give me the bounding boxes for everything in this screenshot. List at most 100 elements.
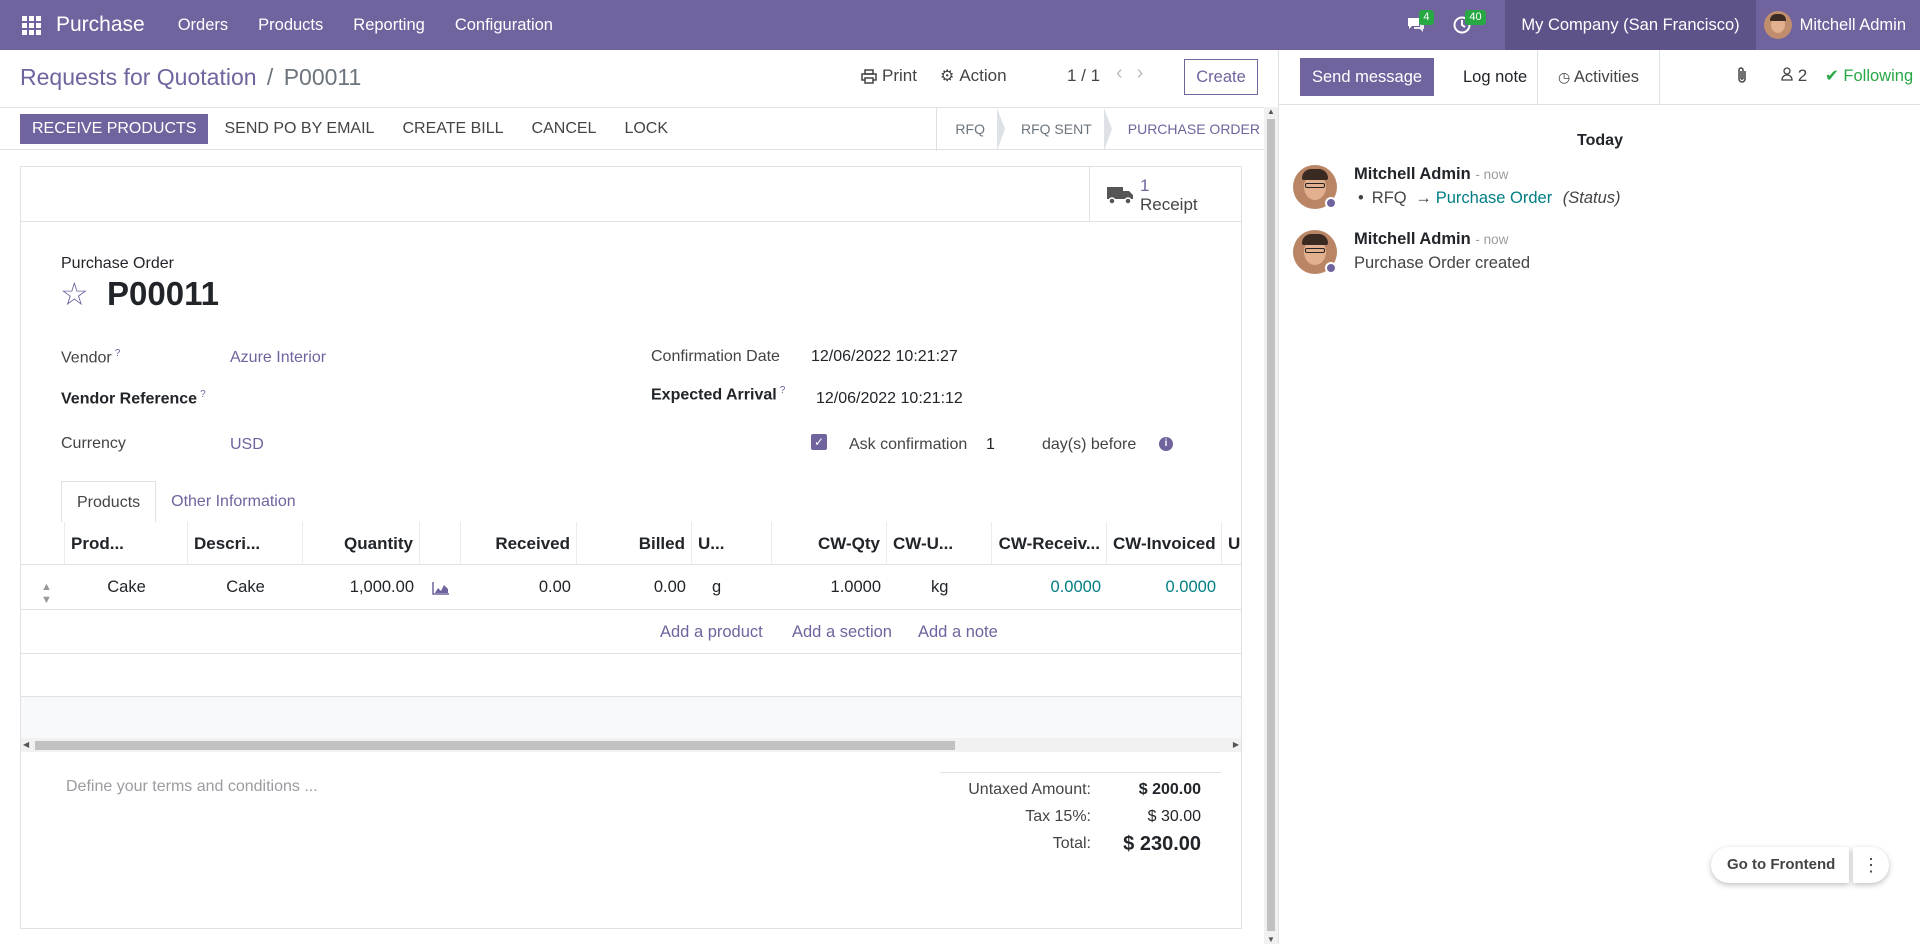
action-button[interactable]: ⚙ Action (940, 66, 1007, 86)
cell-received[interactable]: 0.00 (461, 565, 577, 610)
cell-cw-invoiced[interactable]: 0.0000 (1107, 565, 1222, 610)
horizontal-scrollbar[interactable]: ◀ ▶ (21, 738, 1241, 752)
pager-previous-icon[interactable]: ‹ (1116, 62, 1137, 84)
stage-rfq[interactable]: RFQ (937, 108, 1005, 151)
create-bill-button[interactable]: CREATE BILL (388, 114, 517, 144)
scroll-right-icon[interactable]: ▶ (1233, 740, 1239, 749)
company-switcher[interactable]: My Company (San Francisco) (1505, 0, 1756, 50)
add-section-link[interactable]: Add a section (792, 610, 892, 654)
receive-products-button[interactable]: RECEIVE PRODUCTS (20, 114, 209, 144)
following-label: Following (1843, 67, 1914, 85)
smart-button-box: 1 Receipt (21, 167, 1241, 222)
vertical-scrollbar[interactable]: ▲ ▼ (1264, 107, 1278, 944)
vendor-reference-field[interactable] (230, 389, 610, 409)
user-menu[interactable]: Mitchell Admin (1756, 0, 1920, 50)
column-quantity[interactable]: Quantity (303, 522, 420, 565)
add-note-link[interactable]: Add a note (918, 610, 998, 654)
menu-orders[interactable]: Orders (163, 0, 243, 50)
column-product[interactable]: Prod... (65, 522, 188, 565)
column-cw-received[interactable]: CW-Receiv... (992, 522, 1107, 565)
activities-badge: 40 (1465, 10, 1486, 25)
messaging-icon[interactable]: 4 (1393, 0, 1439, 50)
column-cw-uom[interactable]: CW-U... (887, 522, 992, 565)
scroll-up-icon[interactable]: ▲ (1267, 107, 1275, 116)
breadcrumb-parent[interactable]: Requests for Quotation (20, 64, 257, 90)
vertical-scroll-thumb[interactable] (1267, 119, 1275, 931)
following-button[interactable]: ✔ Following (1825, 66, 1913, 86)
message-time: - now (1475, 232, 1509, 247)
breadcrumb-current: P00011 (283, 64, 362, 90)
row-drag-handle-icon[interactable]: ▲ ▼ (35, 581, 58, 607)
print-button[interactable]: Print (861, 66, 917, 86)
reminder-days-field[interactable]: 1 (986, 436, 995, 454)
column-description[interactable]: Descri... (188, 522, 303, 565)
order-name: P00011 (107, 275, 219, 312)
create-button[interactable]: Create (1184, 59, 1258, 95)
ask-confirmation-checkbox[interactable]: ✓ (811, 434, 827, 450)
app-brand[interactable]: Purchase (56, 13, 145, 37)
add-product-link[interactable]: Add a product (660, 610, 763, 654)
user-avatar (1763, 11, 1792, 39)
cell-cw-uom[interactable]: kg (887, 565, 992, 610)
cell-uom[interactable]: g (692, 565, 772, 610)
stage-rfq-sent[interactable]: RFQ SENT (1003, 108, 1112, 151)
cell-billed[interactable]: 0.00 (577, 565, 692, 610)
stage-purchase-order[interactable]: PURCHASE ORDER (1110, 108, 1278, 151)
expected-arrival-field[interactable]: 12/06/2022 10:21:12 (816, 390, 963, 408)
confirmation-date-label: Confirmation Date (651, 348, 780, 365)
receipt-smart-button[interactable]: 1 Receipt (1089, 167, 1241, 222)
action-label: Action (959, 66, 1007, 85)
activity-clock-icon[interactable]: 40 (1439, 0, 1486, 50)
info-icon[interactable]: i (1159, 437, 1173, 451)
ask-confirmation-label: Ask confirmation (849, 436, 968, 453)
activities-button[interactable]: ◷ Activities (1537, 50, 1661, 105)
vendor-field[interactable]: Azure Interior (230, 349, 326, 367)
menu-configuration[interactable]: Configuration (440, 0, 568, 50)
cell-quantity[interactable]: 1,000.00 (303, 565, 420, 610)
menu-products[interactable]: Products (243, 0, 338, 50)
send-po-email-button[interactable]: SEND PO BY EMAIL (210, 114, 388, 144)
pager-next-icon[interactable]: › (1137, 62, 1158, 84)
tab-products[interactable]: Products (61, 481, 157, 523)
table-row[interactable]: ▲ ▼ Cake Cake 1,000.00 0.00 0.00 g 1.0000… (21, 565, 1241, 610)
star-icon[interactable]: ☆ (60, 278, 89, 310)
column-forecast (420, 522, 461, 565)
column-received[interactable]: Received (461, 522, 577, 565)
send-message-button[interactable]: Send message (1300, 58, 1435, 96)
lock-button[interactable]: LOCK (610, 114, 682, 144)
message-author: Mitchell Admin - now (1354, 230, 1509, 248)
column-billed[interactable]: Billed (577, 522, 692, 565)
followers-button[interactable]: 2 (1781, 66, 1807, 86)
log-note-button[interactable]: Log note (1449, 58, 1541, 96)
message-time: - now (1475, 167, 1509, 182)
column-extra[interactable]: U (1222, 522, 1241, 565)
horizontal-scroll-thumb[interactable] (35, 741, 955, 750)
vendor-reference-label: Vendor Reference? (61, 389, 206, 408)
cell-cw-received[interactable]: 0.0000 (992, 565, 1107, 610)
menu-reporting[interactable]: Reporting (338, 0, 440, 50)
column-cw-invoiced[interactable]: CW-Invoiced (1107, 522, 1222, 565)
days-before-label: day(s) before (1042, 436, 1137, 453)
cell-product[interactable]: Cake (65, 565, 188, 610)
cell-description[interactable]: Cake (188, 565, 303, 610)
go-to-frontend-button[interactable]: Go to Frontend (1711, 847, 1850, 883)
currency-field[interactable]: USD (230, 436, 264, 454)
column-uom[interactable]: U... (692, 522, 772, 565)
scroll-left-icon[interactable]: ◀ (23, 740, 29, 749)
terms-conditions-field[interactable]: Define your terms and conditions ... (66, 778, 318, 796)
untaxed-label: Untaxed Amount: (968, 781, 1091, 798)
confirmation-date-field[interactable]: 12/06/2022 10:21:27 (811, 348, 958, 366)
chatter-topbar: Send message Log note ◷ Activities 2 ✔ F… (1279, 50, 1920, 105)
cancel-button[interactable]: CANCEL (518, 114, 611, 144)
messages-badge: 4 (1419, 10, 1434, 25)
apps-menu-icon[interactable] (0, 0, 62, 50)
more-options-icon[interactable]: ⋮ (1853, 847, 1889, 883)
scroll-down-icon[interactable]: ▼ (1267, 935, 1275, 944)
attachment-paperclip-icon[interactable] (1735, 66, 1749, 89)
cell-cw-qty[interactable]: 1.0000 (772, 565, 887, 610)
forecast-chart-icon[interactable] (420, 565, 461, 610)
tab-other-information[interactable]: Other Information (156, 481, 311, 523)
pager-value[interactable]: 1 / 1 (1067, 66, 1100, 86)
column-cw-qty[interactable]: CW-Qty (772, 522, 887, 565)
vendor-label: Vendor? (61, 348, 121, 367)
